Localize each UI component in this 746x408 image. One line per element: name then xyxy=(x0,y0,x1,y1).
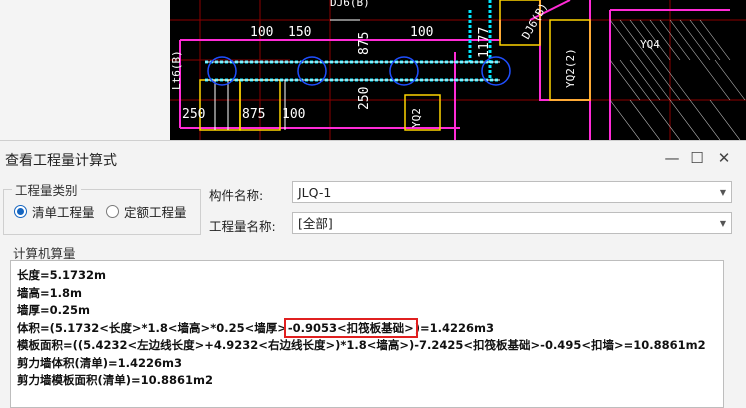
radio-bill-quantity[interactable]: 清单工程量 xyxy=(14,202,95,221)
cad-label-text: Lt6(B) xyxy=(170,50,183,90)
cad-dim-text: 150 xyxy=(288,25,311,40)
minimize-button[interactable]: — xyxy=(661,147,683,169)
cad-label-text: YQ2 xyxy=(410,108,423,128)
cad-dim-text: 100 xyxy=(410,25,433,40)
radio-label: 定额工程量 xyxy=(124,205,187,220)
cad-label-text: YQ2(2) xyxy=(564,48,577,88)
formula-line-length: 长度=5.1732m xyxy=(17,268,106,282)
radio-selected-icon xyxy=(14,205,27,218)
cad-dim-text: 1177 xyxy=(477,27,492,58)
formula-line-wall-volume: 剪力墙体积(清单)=1.4226m3 xyxy=(17,355,183,370)
quantity-category-title: 工程量类别 xyxy=(12,180,81,199)
volume-formula-part: 体积=(5.1732<长度>*1.8<墙高>*0.25<墙厚> xyxy=(17,320,287,335)
component-name-label: 构件名称: xyxy=(209,188,264,203)
volume-formula-result: )=1.4226m3 xyxy=(414,320,495,335)
quantity-name-select[interactable]: [全部] ▼ xyxy=(292,212,732,234)
close-button[interactable]: ✕ xyxy=(713,147,735,169)
maximize-button[interactable]: ☐ xyxy=(686,147,708,169)
cad-dim-text: 100 xyxy=(282,107,305,122)
cad-dim-text: 875 xyxy=(357,32,372,55)
radio-unselected-icon xyxy=(106,205,119,218)
highlighted-deduction: -0.9053<扣筏板基础> xyxy=(283,317,418,338)
quantity-category-group: 工程量类别 清单工程量 定额工程量 xyxy=(3,180,201,235)
radio-label: 清单工程量 xyxy=(32,205,95,220)
formula-line-height: 墙高=1.8m xyxy=(17,285,82,300)
chevron-down-icon: ▼ xyxy=(719,219,726,228)
quantity-name-value: [全部] xyxy=(298,216,333,231)
component-name-value: JLQ-1 xyxy=(298,185,332,200)
quantity-name-label: 工程量名称: xyxy=(209,219,276,234)
component-name-select[interactable]: JLQ-1 ▼ xyxy=(292,181,732,203)
chevron-down-icon: ▼ xyxy=(719,188,726,197)
formula-line-wall-formwork: 剪力墙模板面积(清单)=10.8861m2 xyxy=(17,373,214,387)
cad-dim-text: 250 xyxy=(182,107,205,122)
formula-line-thickness: 墙厚=0.25m xyxy=(17,303,90,317)
cad-drawing-canvas[interactable]: 100 150 875 250 1177 100 250 875 100 YQ4… xyxy=(170,0,746,140)
calc-formula-textarea[interactable]: 长度=5.1732m 墙高=1.8m 墙厚=0.25m 体积=(5.1732<长… xyxy=(10,260,724,408)
quantity-formula-dialog: 查看工程量计算式 — ☐ ✕ 工程量类别 清单工程量 定额工程量 构件名称: J… xyxy=(0,140,746,408)
dialog-titlebar[interactable]: 查看工程量计算式 — ☐ ✕ xyxy=(0,141,746,175)
background-panel xyxy=(0,0,170,140)
cad-label-text: DJ6(B) xyxy=(519,1,550,42)
dialog-title: 查看工程量计算式 xyxy=(5,153,117,169)
cad-dim-text: 100 xyxy=(250,25,273,40)
formula-line-formwork: 模板面积=((5.4232<左边线长度>+4.9232<右边线长度>)*1.8<… xyxy=(17,338,706,352)
cad-label-text: YQ4 xyxy=(640,38,660,51)
formula-line-volume: 体积=(5.1732<长度>*1.8<墙高>*0.25<墙厚>-0.9053<扣… xyxy=(17,317,723,338)
cad-dim-text: 875 xyxy=(242,107,265,122)
cad-label-text: DJ6(B) xyxy=(330,0,370,9)
cad-drawing: 100 150 875 250 1177 100 250 875 100 YQ4… xyxy=(170,0,746,140)
cad-dim-text: 250 xyxy=(357,87,372,110)
radio-quota-quantity[interactable]: 定额工程量 xyxy=(106,202,187,221)
